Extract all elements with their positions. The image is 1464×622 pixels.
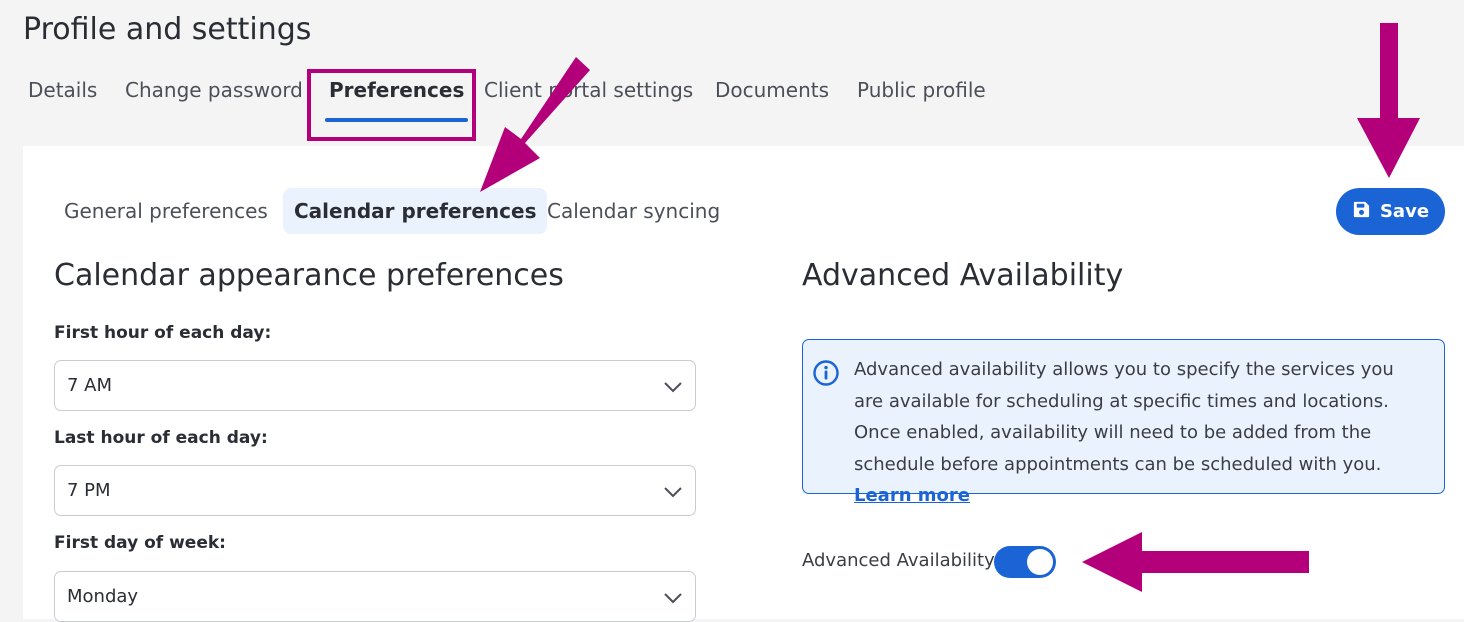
chevron-down-icon	[664, 382, 682, 393]
tab-documents[interactable]: Documents	[715, 78, 829, 102]
tab-change-password[interactable]: Change password	[125, 78, 303, 102]
first-hour-label: First hour of each day:	[54, 323, 272, 343]
annotation-highlight-box	[307, 69, 476, 141]
first-hour-select[interactable]: 7 AM	[54, 360, 696, 411]
info-text-block: Advanced availability allows you to spec…	[854, 354, 1414, 512]
chevron-down-icon	[664, 593, 682, 604]
page-title: Profile and settings	[23, 12, 312, 47]
subtab-general-preferences[interactable]: General preferences	[64, 188, 268, 234]
advanced-availability-toggle[interactable]	[994, 546, 1056, 578]
advanced-availability-info-box: Advanced availability allows you to spec…	[802, 339, 1445, 506]
calendar-appearance-heading: Calendar appearance preferences	[54, 258, 564, 293]
first-hour-value: 7 AM	[67, 375, 113, 396]
tab-client-portal-settings[interactable]: Client portal settings	[484, 78, 693, 102]
subtab-calendar-preferences[interactable]: Calendar preferences	[283, 188, 548, 234]
save-button[interactable]: Save	[1336, 188, 1445, 235]
tab-public-profile[interactable]: Public profile	[857, 78, 986, 102]
save-button-label: Save	[1379, 201, 1430, 222]
first-day-of-week-value: Monday	[67, 586, 139, 607]
first-day-of-week-label: First day of week:	[54, 533, 226, 553]
top-tab-bar: Details Change password Preferences Clie…	[0, 78, 1100, 122]
info-circle-icon	[813, 360, 839, 386]
floppy-disk-icon	[1352, 200, 1371, 224]
last-hour-value: 7 PM	[67, 480, 111, 501]
advanced-availability-toggle-label: Advanced Availability	[802, 550, 995, 571]
info-text: Advanced availability allows you to spec…	[854, 359, 1394, 475]
learn-more-link[interactable]: Learn more	[854, 485, 970, 506]
chevron-down-icon	[664, 487, 682, 498]
toggle-knob	[1027, 549, 1053, 575]
subtab-calendar-syncing[interactable]: Calendar syncing	[547, 188, 720, 234]
last-hour-select[interactable]: 7 PM	[54, 465, 696, 516]
tab-details[interactable]: Details	[28, 78, 97, 102]
last-hour-label: Last hour of each day:	[54, 428, 268, 448]
advanced-availability-heading: Advanced Availability	[802, 258, 1124, 293]
first-day-of-week-select[interactable]: Monday	[54, 571, 696, 622]
